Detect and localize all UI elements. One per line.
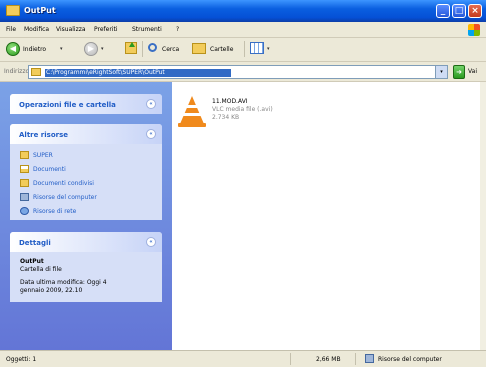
details-title: Dettagli [19, 239, 51, 247]
address-bar: Indirizzo C:\Programmi\eRightSoft\SUPER\… [0, 62, 486, 82]
toolbar-separator [142, 41, 143, 57]
details-modified-line2: gennaio 2009, 22.10 [20, 287, 83, 294]
up-folder-icon[interactable] [125, 42, 137, 54]
status-location: Risorse del computer [378, 356, 442, 363]
place-label: Documenti condivisi [33, 180, 94, 187]
back-dropdown[interactable]: ▾ [60, 46, 63, 52]
collapse-button[interactable]: « [146, 129, 156, 139]
place-item-super[interactable]: SUPER [20, 151, 150, 161]
status-size: 2,66 MB [316, 356, 341, 363]
menu-bar: File Modifica Visualizza Preferiti Strum… [0, 22, 486, 38]
details-box: Dettagli « OutPut Cartella di file Data … [10, 232, 162, 302]
folders-icon[interactable] [192, 43, 206, 54]
other-places-box: Altre risorse « SUPER Documenti Document… [10, 124, 162, 220]
menu-file[interactable]: File [6, 26, 16, 33]
place-label: SUPER [33, 152, 53, 159]
search-button[interactable]: Cerca [162, 46, 179, 53]
close-button[interactable]: × [468, 4, 482, 18]
expand-button[interactable]: « [146, 99, 156, 109]
shared-folder-icon [20, 179, 29, 187]
toolbar: ◀ Indietro ▾ ▶ ▾ Cerca Cartelle ▾ [0, 38, 486, 62]
details-header[interactable]: Dettagli « [10, 232, 162, 252]
menu-help[interactable]: ? [176, 26, 179, 33]
task-pane: Operazioni file e cartella « Altre risor… [0, 82, 172, 350]
menu-preferiti[interactable]: Preferiti [94, 26, 118, 33]
vertical-scrollbar[interactable] [480, 82, 486, 350]
details-modified-line1: Data ultima modifica: Oggi 4 [20, 279, 107, 286]
documents-folder-icon [20, 165, 29, 173]
folder-icon [20, 151, 29, 159]
place-item-risorse-rete[interactable]: Risorse di rete [20, 207, 150, 217]
file-tasks-title: Operazioni file e cartella [19, 101, 116, 109]
minimize-button[interactable]: _ [436, 4, 450, 18]
forward-dropdown[interactable]: ▾ [101, 46, 104, 52]
place-item-risorse-computer[interactable]: Risorse del computer [20, 193, 150, 203]
views-dropdown[interactable]: ▾ [267, 46, 270, 52]
windows-logo-icon [468, 24, 480, 36]
collapse-button[interactable]: « [146, 237, 156, 247]
menu-strumenti[interactable]: Strumenti [132, 26, 162, 33]
place-label: Documenti [33, 166, 66, 173]
file-list: 11.MOD.AVI VLC media file (.avi) 2.734 K… [172, 82, 486, 350]
maximize-button[interactable]: □ [452, 4, 466, 18]
other-places-header[interactable]: Altre risorse « [10, 124, 162, 144]
views-icon[interactable] [250, 42, 264, 54]
address-value[interactable]: C:\Programmi\eRightSoft\SUPER\OutPut [45, 69, 231, 77]
file-size: 2.734 KB [212, 114, 240, 121]
details-type: Cartella di file [20, 266, 62, 273]
place-label: Risorse di rete [33, 208, 77, 215]
back-button[interactable]: Indietro [23, 46, 46, 53]
status-separator [290, 353, 291, 365]
menu-modifica[interactable]: Modifica [24, 26, 49, 33]
window-title: OutPut [24, 6, 56, 15]
folder-icon [6, 5, 20, 16]
details-name: OutPut [20, 258, 44, 265]
address-input[interactable]: C:\Programmi\eRightSoft\SUPER\OutPut ▾ [28, 65, 448, 79]
go-arrow-icon[interactable]: ➜ [453, 65, 465, 79]
file-name: 11.MOD.AVI [212, 98, 248, 105]
back-arrow-icon[interactable]: ◀ [6, 42, 20, 56]
place-item-documenti[interactable]: Documenti [20, 165, 150, 175]
go-button[interactable]: Vai [468, 68, 477, 75]
search-icon[interactable] [148, 43, 157, 52]
status-object-count: Oggetti: 1 [6, 356, 37, 363]
network-icon [20, 207, 29, 215]
place-item-documenti-condivisi[interactable]: Documenti condivisi [20, 179, 150, 189]
menu-visualizza[interactable]: Visualizza [56, 26, 86, 33]
address-label: Indirizzo [4, 68, 30, 75]
file-tasks-header[interactable]: Operazioni file e cartella « [10, 94, 162, 114]
other-places-title: Altre risorse [19, 131, 68, 139]
title-bar: OutPut _ □ × [0, 0, 486, 22]
forward-arrow-icon[interactable]: ▶ [84, 42, 98, 56]
status-separator [355, 353, 356, 365]
place-label: Risorse del computer [33, 194, 97, 201]
status-bar: Oggetti: 1 2,66 MB Risorse del computer [0, 350, 486, 367]
file-type: VLC media file (.avi) [212, 106, 273, 113]
file-item[interactable]: 11.MOD.AVI VLC media file (.avi) 2.734 K… [176, 96, 356, 130]
folder-icon [31, 68, 41, 76]
file-tasks-box: Operazioni file e cartella « [10, 94, 162, 114]
computer-icon [365, 354, 374, 363]
toolbar-separator [244, 41, 245, 57]
address-dropdown-button[interactable]: ▾ [435, 66, 447, 78]
computer-icon [20, 193, 29, 201]
folders-button[interactable]: Cartelle [210, 46, 233, 53]
